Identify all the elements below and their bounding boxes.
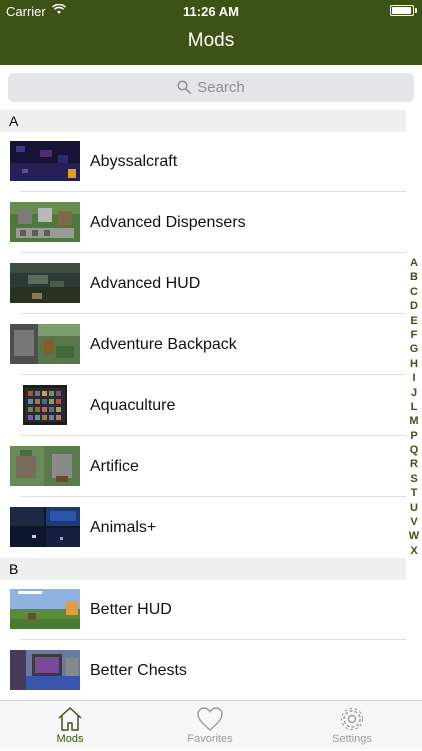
house-icon [58, 707, 82, 731]
index-letter-v[interactable]: V [406, 515, 422, 529]
index-letter-b[interactable]: B [406, 270, 422, 284]
section-header-a: A [0, 110, 406, 132]
list-item[interactable]: Advanced HUD [0, 253, 406, 314]
index-letter-e[interactable]: E [406, 314, 422, 328]
mod-thumbnail [10, 141, 80, 181]
index-letter-q[interactable]: Q [406, 443, 422, 457]
index-letter-f[interactable]: F [406, 328, 422, 342]
gear-icon [340, 707, 364, 731]
search-placeholder: Search [197, 79, 245, 96]
tab-favorites[interactable]: Favorites [140, 701, 280, 751]
mod-name: Advanced HUD [90, 275, 201, 292]
mod-thumbnail [10, 263, 80, 303]
mod-thumbnail [10, 650, 80, 690]
index-letter-j[interactable]: J [406, 386, 422, 400]
tab-settings[interactable]: Settings [282, 701, 422, 751]
mod-name: Advanced Dispensers [90, 214, 246, 231]
list-item[interactable]: Advanced Dispensers [0, 192, 406, 253]
battery-tip [415, 8, 417, 13]
mod-name: Abyssalcraft [90, 153, 178, 170]
mod-thumbnail [23, 385, 67, 425]
index-letter-i[interactable]: I [406, 371, 422, 385]
list-item[interactable]: Animals+ [0, 497, 406, 558]
list-item[interactable]: Artifice [0, 436, 406, 497]
index-letter-l[interactable]: L [406, 400, 422, 414]
tab-mods[interactable]: Mods [0, 701, 140, 751]
mod-thumbnail [10, 446, 80, 486]
index-letter-u[interactable]: U [406, 501, 422, 515]
index-letter-t[interactable]: T [406, 486, 422, 500]
page-title: Mods [187, 30, 235, 51]
list-item[interactable]: Abyssalcraft [0, 131, 406, 192]
index-letter-p[interactable]: P [406, 429, 422, 443]
mod-thumbnail [10, 202, 80, 242]
list-item[interactable]: Better Chests [0, 640, 406, 701]
search-input[interactable]: Search [8, 73, 414, 102]
mod-name: Artifice [90, 458, 139, 475]
status-bar: Carrier 11:26 AM [0, 0, 422, 22]
index-letter-r[interactable]: R [406, 457, 422, 471]
alphabet-index[interactable]: ABCDEFGHIJLMPQRSTUVWX [406, 256, 422, 558]
mod-name: Aquaculture [90, 397, 176, 414]
index-letter-s[interactable]: S [406, 472, 422, 486]
mod-name: Better HUD [90, 601, 172, 618]
search-icon [177, 80, 192, 94]
tab-label: Settings [332, 733, 372, 745]
index-letter-h[interactable]: H [406, 357, 422, 371]
tab-label: Mods [56, 733, 84, 745]
index-letter-d[interactable]: D [406, 299, 422, 313]
index-letter-x[interactable]: X [406, 544, 422, 558]
mod-name: Animals+ [90, 519, 157, 536]
index-letter-c[interactable]: C [406, 285, 422, 299]
index-letter-w[interactable]: W [406, 529, 422, 543]
list-item[interactable]: Better HUD [0, 579, 406, 640]
navigation-header: Carrier 11:26 AM Mods [0, 0, 422, 65]
list-item[interactable]: Aquaculture [0, 375, 406, 436]
index-letter-g[interactable]: G [406, 342, 422, 356]
index-letter-m[interactable]: M [406, 414, 422, 428]
tab-label: Favorites [187, 733, 233, 745]
status-time: 11:26 AM [183, 4, 239, 19]
mod-thumbnail [10, 324, 80, 364]
mod-thumbnail [10, 589, 80, 629]
heart-icon [197, 707, 223, 731]
list-item[interactable]: Adventure Backpack [0, 314, 406, 375]
mod-name: Better Chests [90, 662, 187, 679]
tab-bar: Mods Favorites Settings [0, 700, 422, 750]
index-letter-a[interactable]: A [406, 256, 422, 270]
mod-name: Adventure Backpack [90, 336, 237, 353]
search-area: Search [0, 65, 422, 110]
mod-thumbnail [10, 507, 80, 547]
section-header-b: B [0, 558, 406, 580]
battery-icon [390, 5, 414, 16]
